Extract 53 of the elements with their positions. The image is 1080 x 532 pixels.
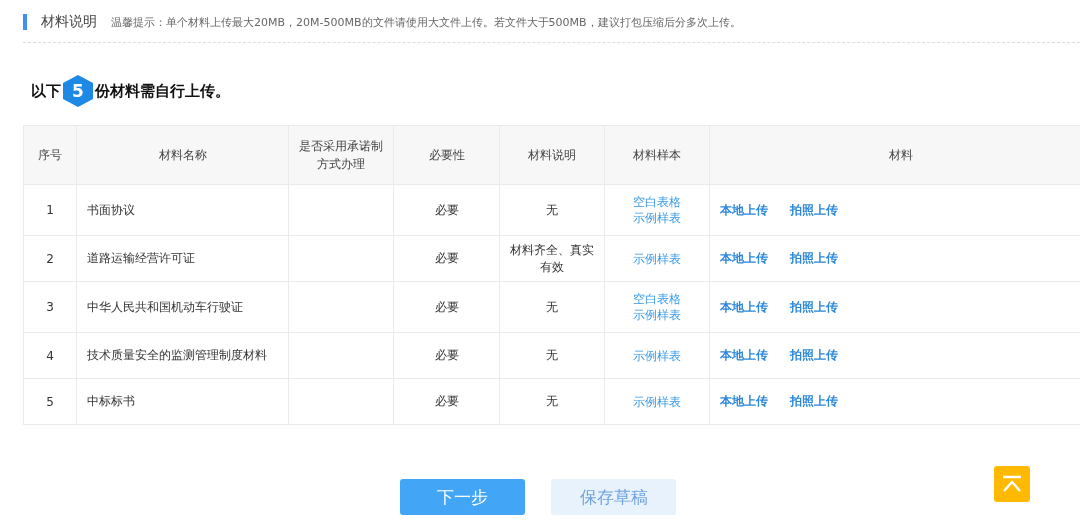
upload-link[interactable]: 拍照上传 <box>790 347 838 364</box>
upload-link[interactable]: 本地上传 <box>720 298 768 316</box>
table-cell: 3 <box>23 281 77 333</box>
table-cell: 无 <box>499 281 605 333</box>
upload-link[interactable]: 本地上传 <box>720 393 768 410</box>
next-button[interactable]: 下一步 <box>400 479 525 515</box>
save-draft-button[interactable]: 保存草稿 <box>551 479 676 515</box>
table-cell: 无 <box>499 332 605 379</box>
sample-link[interactable]: 空白表格 <box>633 194 681 210</box>
sample-link[interactable]: 示例样表 <box>633 307 681 323</box>
table-cell: 无 <box>499 184 605 236</box>
column-header: 序号 <box>23 125 77 185</box>
table-cell: 技术质量安全的监测管理制度材料 <box>76 332 289 379</box>
table-cell: 必要 <box>393 281 500 333</box>
table-cell: 必要 <box>393 332 500 379</box>
table-cell: 中华人民共和国机动车行驶证 <box>76 281 289 333</box>
upload-link[interactable]: 拍照上传 <box>790 298 838 316</box>
table-cell: 必要 <box>393 184 500 236</box>
sample-link[interactable]: 示例样表 <box>633 210 681 226</box>
table-cell: 材料齐全、真实有效 <box>499 235 605 282</box>
table-cell: 4 <box>23 332 77 379</box>
upload-link[interactable]: 本地上传 <box>720 250 768 267</box>
sample-link[interactable]: 空白表格 <box>633 291 681 307</box>
heading-text: 以下 <box>31 81 61 101</box>
table-cell: 5 <box>23 378 77 425</box>
table-cell: 1 <box>23 184 77 236</box>
sample-link[interactable]: 示例样表 <box>633 393 681 410</box>
back-to-top-button[interactable] <box>994 466 1030 502</box>
upload-link[interactable]: 本地上传 <box>720 201 768 219</box>
upload-link[interactable]: 本地上传 <box>720 347 768 364</box>
section-title: 材料说明 <box>41 13 97 31</box>
column-header: 材料 <box>709 125 1080 185</box>
upload-link[interactable]: 拍照上传 <box>790 201 838 219</box>
column-header: 必要性 <box>393 125 500 185</box>
table-cell: 必要 <box>393 378 500 425</box>
sample-link[interactable]: 示例样表 <box>633 347 681 364</box>
column-header: 是否采用承诺制方式办理 <box>288 125 394 185</box>
upload-link[interactable]: 拍照上传 <box>790 393 838 410</box>
table-cell: 2 <box>23 235 77 282</box>
heading-text: 份材料需自行上传。 <box>95 81 230 101</box>
count-badge: 5 <box>63 75 93 107</box>
table-cell: 必要 <box>393 235 500 282</box>
column-header: 材料名称 <box>76 125 289 185</box>
column-header: 材料样本 <box>604 125 710 185</box>
table-cell: 无 <box>499 378 605 425</box>
sample-link[interactable]: 示例样表 <box>633 250 681 267</box>
column-header: 材料说明 <box>499 125 605 185</box>
upload-link[interactable]: 拍照上传 <box>790 250 838 267</box>
table-cell: 书面协议 <box>76 184 289 236</box>
table-cell: 中标标书 <box>76 378 289 425</box>
table-cell: 道路运输经营许可证 <box>76 235 289 282</box>
back-to-top-icon <box>1001 475 1023 493</box>
upload-hint: 温馨提示：单个材料上传最大20MB，20M-500MB的文件请使用大文件上传。若文件大于500MB，建议打包压缩后分多次上传。 <box>111 14 741 30</box>
